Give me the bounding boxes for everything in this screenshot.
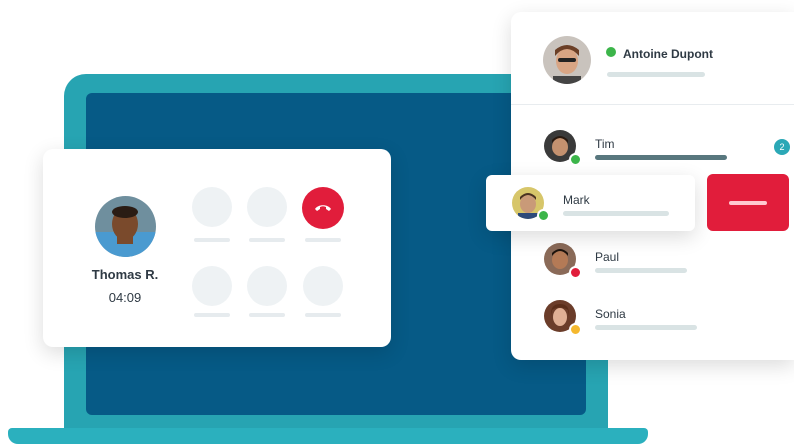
keypad-button[interactable] (303, 266, 343, 306)
online-status-icon (606, 47, 616, 57)
keypad-label (194, 313, 230, 317)
laptop-base (8, 428, 648, 444)
keypad-button[interactable] (247, 266, 287, 306)
contact-name: Paul (595, 250, 620, 264)
keypad-button[interactable] (192, 266, 232, 306)
busy-status-icon (569, 266, 582, 279)
current-user-subtitle (607, 72, 705, 77)
remove-contact-button[interactable] (707, 174, 789, 231)
keypad-button[interactable] (192, 187, 232, 227)
contact-subtitle (595, 268, 687, 273)
contact-name: Sonia (595, 307, 626, 321)
phone-hangup-icon (315, 205, 331, 211)
contact-subtitle (563, 211, 669, 216)
keypad-label (194, 238, 230, 242)
keypad-label (249, 238, 285, 242)
away-status-icon (569, 323, 582, 336)
keypad-label (305, 238, 341, 242)
caller-name: Thomas R. (91, 267, 159, 282)
minus-icon (729, 201, 767, 205)
contact-name: Mark (563, 193, 590, 207)
active-call-card: Thomas R. 04:09 (43, 149, 391, 347)
unread-badge: 2 (774, 139, 790, 155)
current-user-name: Antoine Dupont (623, 47, 713, 61)
contact-item-mark[interactable]: Mark (486, 175, 695, 231)
caller-avatar (95, 196, 156, 257)
online-status-icon (537, 209, 550, 222)
panel-divider (511, 104, 794, 105)
keypad-label (249, 313, 285, 317)
current-user-avatar (543, 36, 591, 84)
call-duration: 04:09 (108, 290, 142, 305)
contact-subtitle (595, 325, 697, 330)
hangup-button[interactable] (302, 187, 344, 229)
keypad-button[interactable] (247, 187, 287, 227)
contact-subtitle (595, 155, 727, 160)
keypad-label (305, 313, 341, 317)
contact-name: Tim (595, 137, 615, 151)
online-status-icon (569, 153, 582, 166)
